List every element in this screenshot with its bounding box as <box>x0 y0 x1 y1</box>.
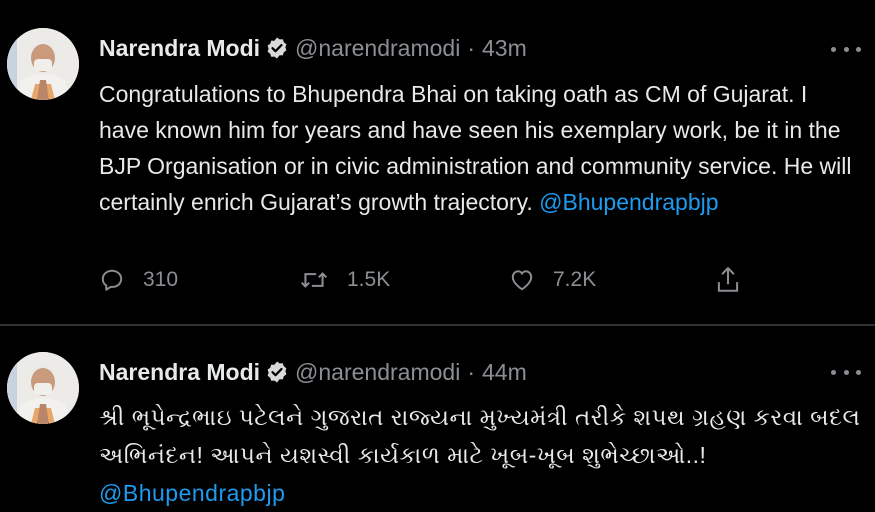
tweet-header: Narendra Modi @narendramodi · 44m <box>99 357 527 387</box>
separator-dot: · <box>467 358 475 385</box>
tweet-header: Narendra Modi @narendramodi · 43m <box>99 33 527 63</box>
tweet-text: Congratulations to Bhupendra Bhai on tak… <box>99 76 861 220</box>
retweet-icon <box>300 272 328 288</box>
separator-dot: · <box>467 34 475 61</box>
avatar[interactable] <box>7 352 79 424</box>
retweet-button[interactable]: 1.5K <box>299 262 390 298</box>
retweet-count: 1.5K <box>347 268 391 291</box>
mention-link[interactable]: @Bhupendrapbjp <box>539 189 718 215</box>
verified-badge-icon <box>265 360 289 384</box>
more-icon[interactable] <box>831 362 861 382</box>
like-count: 7.2K <box>553 268 597 291</box>
tweet-body: શ્રી ભૂપેન્દ્રભાઇ પટેલને ગુજરાત રાજ્યના … <box>99 404 861 468</box>
avatar-image <box>7 28 79 100</box>
author-handle[interactable]: @narendramodi <box>295 35 460 62</box>
avatar[interactable] <box>7 28 79 100</box>
tweet-actions: 310 1.5K 7.2K <box>99 262 759 298</box>
reply-count: 310 <box>143 268 179 291</box>
tweet[interactable]: Narendra Modi @narendramodi · 44m શ્રી ભ… <box>0 326 875 506</box>
reply-button[interactable]: 310 <box>99 262 178 298</box>
author-handle[interactable]: @narendramodi <box>295 359 460 386</box>
more-icon[interactable] <box>831 39 861 59</box>
author-name[interactable]: Narendra Modi <box>99 35 260 62</box>
reply-icon <box>101 269 123 291</box>
tweet[interactable]: Narendra Modi @narendramodi · 43m Congra… <box>0 0 875 325</box>
tweet-timestamp[interactable]: 43m <box>482 35 527 62</box>
like-icon <box>511 270 533 291</box>
author-name[interactable]: Narendra Modi <box>99 359 260 386</box>
tweet-timestamp[interactable]: 44m <box>482 359 527 386</box>
mention-link[interactable]: @Bhupendrapbjp <box>99 480 285 506</box>
like-button[interactable]: 7.2K <box>509 262 596 298</box>
tweet-body: Congratulations to Bhupendra Bhai on tak… <box>99 81 852 215</box>
share-icon <box>717 266 739 292</box>
verified-badge-icon <box>265 36 289 60</box>
avatar-image <box>7 352 79 424</box>
tweet-text: શ્રી ભૂપેન્દ્રભાઇ પટેલને ગુજરાત રાજ્યના … <box>99 398 861 512</box>
share-button[interactable] <box>715 262 741 298</box>
